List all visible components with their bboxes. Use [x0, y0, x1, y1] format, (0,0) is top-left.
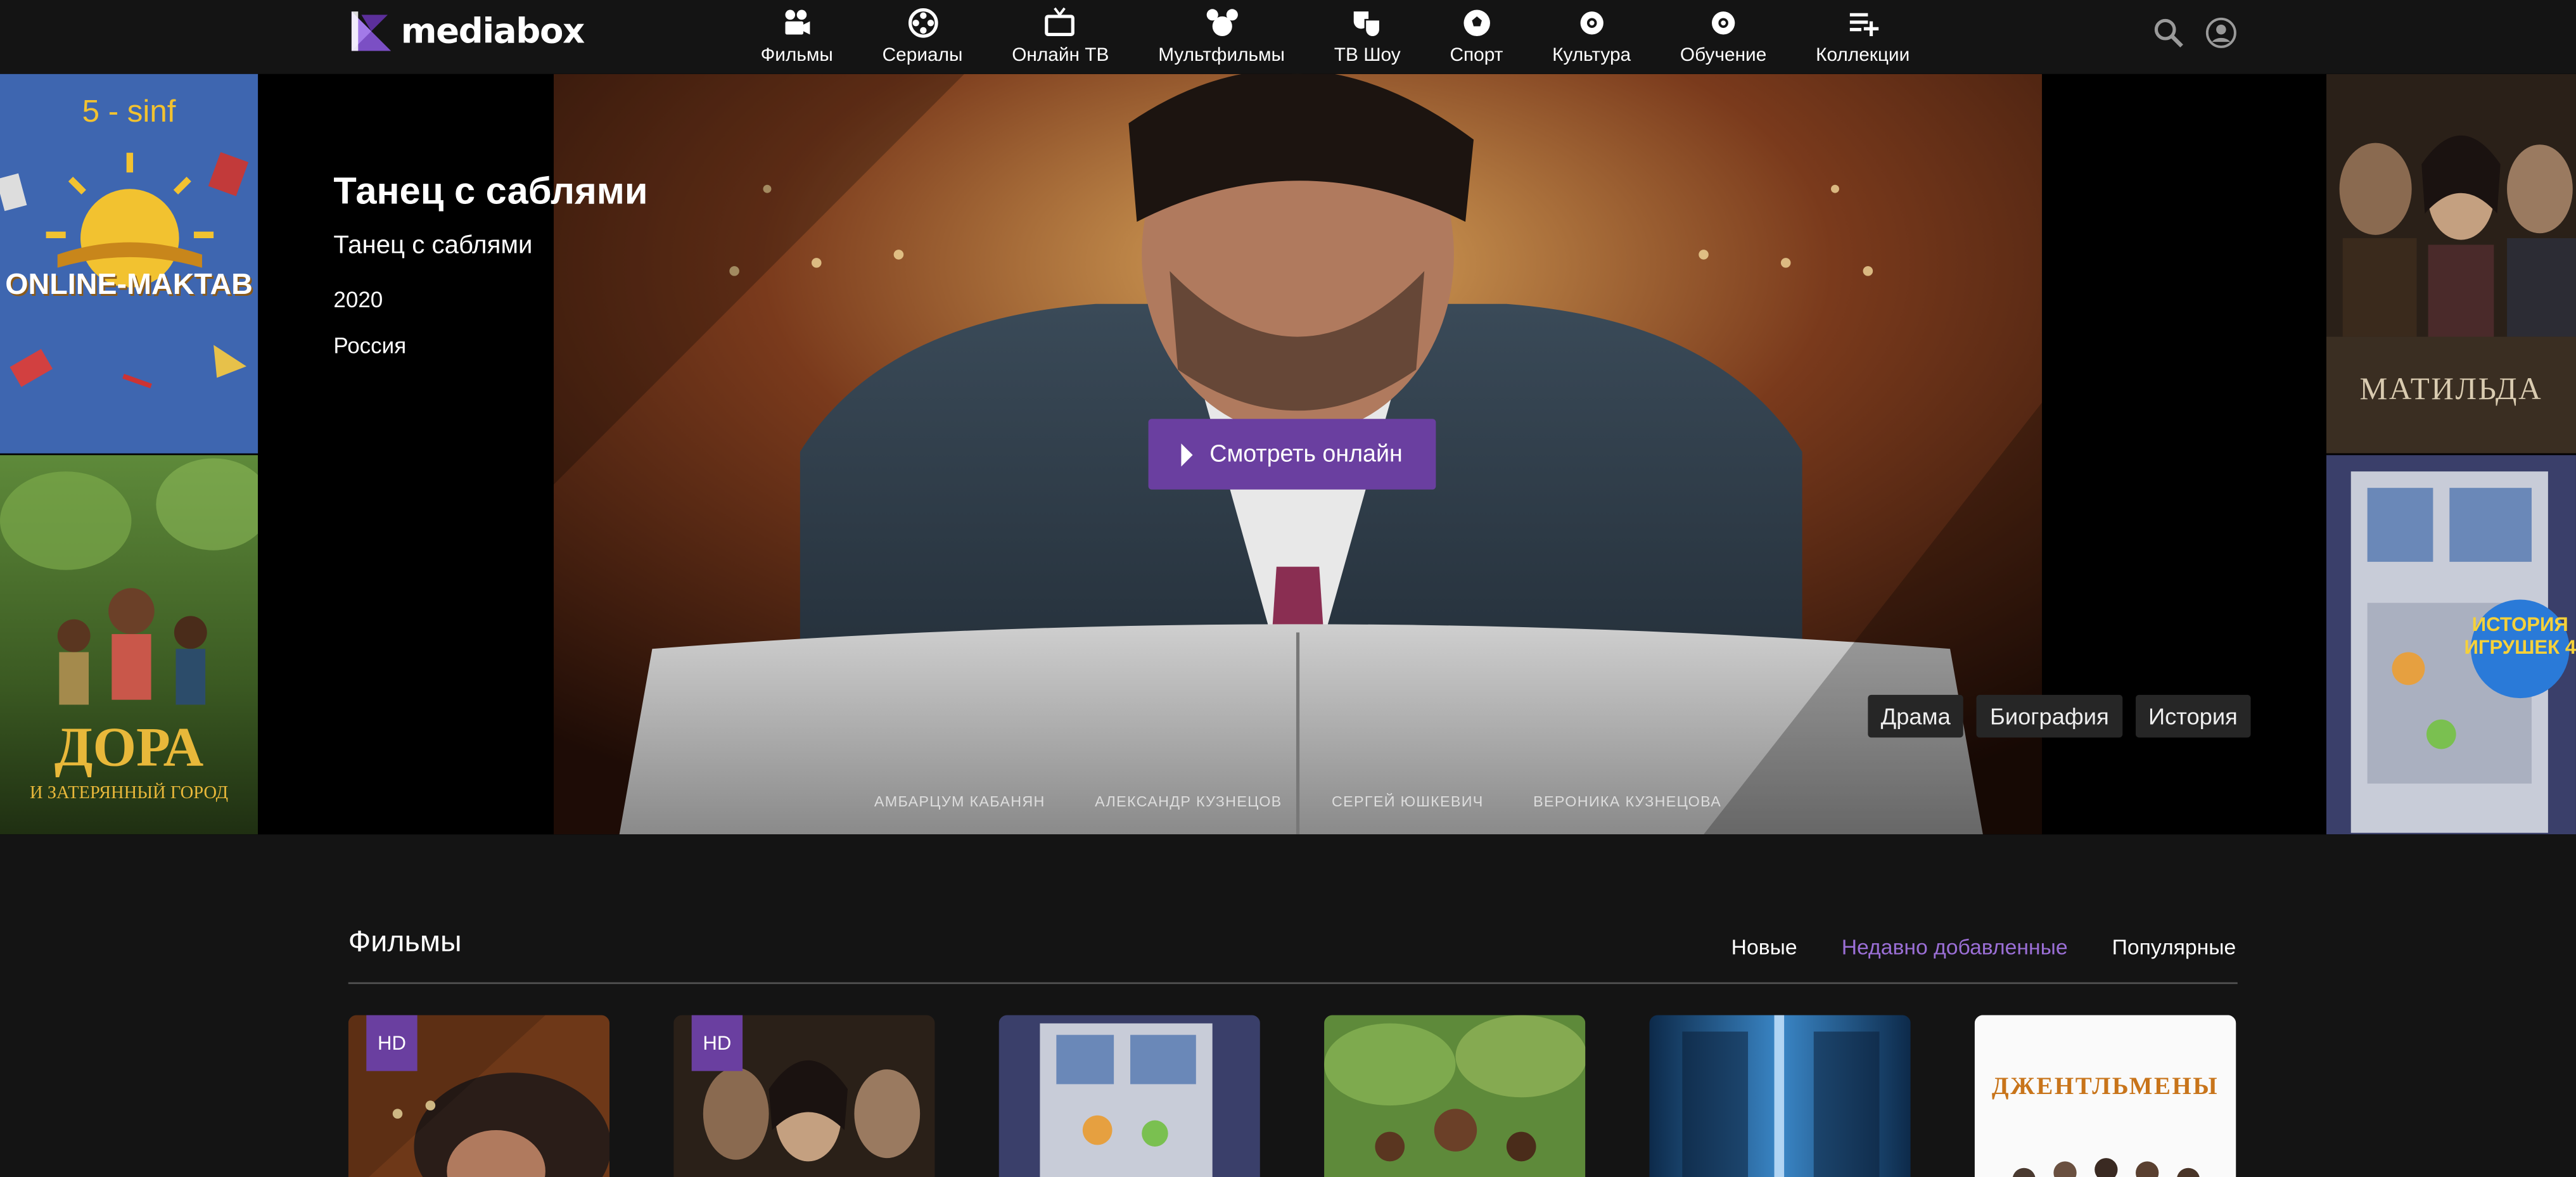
mediabox-logo-icon [351, 11, 392, 51]
section-title: Фильмы [348, 924, 462, 958]
tile-text: ИСТОРИЯ ИГРУШЕК 4 [2464, 613, 2576, 659]
nav-label: Обучение [1680, 46, 1767, 66]
credit-name: СЕРГЕЙ ЮШКЕВИЧ [1332, 793, 1484, 810]
filter-new[interactable]: Новые [1731, 934, 1797, 959]
film-camera-icon [785, 10, 810, 35]
search-icon[interactable] [2152, 16, 2185, 49]
film-card[interactable]: ДЖЕНТЛЬМЕНЫ [1974, 1015, 2236, 1177]
main-nav: Фильмы Сериалы Онлайн ТВ Мультфильмы ТВ … [736, 6, 1934, 66]
film-card[interactable] [1649, 1015, 1911, 1177]
credit-name: ВЕРОНИКА КУЗНЕЦОВА [1533, 793, 1722, 810]
top-header: mediabox Фильмы Сериалы Онлайн ТВ Мультф… [0, 0, 2576, 74]
credit-name: АМБАРЦУМ КАБАНЯН [874, 793, 1045, 810]
hero-year: 2020 [333, 287, 383, 312]
genre-tag[interactable]: Биография [1977, 694, 2122, 738]
hero-title: Танец с саблями [333, 169, 648, 212]
tile-text: ONLINE-MAKTAB [5, 267, 253, 301]
side-tile-toy-story[interactable]: ИСТОРИЯ ИГРУШЕК 4 [2326, 455, 2576, 835]
nav-label: Мультфильмы [1158, 46, 1285, 66]
nav-culture[interactable]: Культура [1527, 6, 1655, 66]
nav-cartoons[interactable]: Мультфильмы [1133, 6, 1310, 66]
nav-films[interactable]: Фильмы [736, 6, 858, 66]
side-tile-matilda[interactable]: МАТИЛЬДА [2326, 73, 2576, 454]
hero-country: Россия [333, 333, 407, 359]
hero-subtitle: Танец с саблями [333, 231, 533, 260]
nav-label: Коллекции [1816, 46, 1910, 66]
film-card-title: ДЖЕНТЛЬМЕНЫ [1991, 1074, 2219, 1101]
poster-credits: АМБАРЦУМ КАБАНЯН АЛЕКСАНДР КУЗНЕЦОВ СЕРГ… [554, 793, 2042, 810]
hd-badge: HD [691, 1015, 743, 1071]
filter-popular[interactable]: Популярные [2112, 934, 2236, 959]
watch-online-label: Смотреть онлайн [1209, 441, 1403, 468]
side-tile-dora[interactable]: ДОРА И ЗАТЕРЯННЫЙ ГОРОД [0, 455, 258, 835]
watch-online-button[interactable]: Смотреть онлайн [1148, 419, 1436, 490]
nav-label: Фильмы [760, 46, 833, 66]
film-card[interactable]: HD [348, 1015, 610, 1177]
film-poster [998, 1015, 1260, 1177]
tile-text: 5 - sinf [82, 95, 176, 130]
film-card[interactable] [998, 1015, 1260, 1177]
credit-name: АЛЕКСАНДР КУЗНЕЦОВ [1095, 793, 1282, 810]
section-divider [348, 982, 2238, 984]
film-poster [1324, 1015, 1586, 1177]
nav-sport[interactable]: Спорт [1425, 6, 1528, 66]
nav-label: Культура [1552, 46, 1631, 66]
film-card[interactable] [1324, 1015, 1586, 1177]
nav-label: Сериалы [882, 46, 963, 66]
play-icon [1182, 442, 1194, 466]
film-card[interactable]: HD [673, 1015, 935, 1177]
nav-label: Спорт [1450, 46, 1503, 66]
side-tile-online-maktab[interactable]: 5 - sinf ONLINE-MAKTAB [0, 73, 258, 454]
nav-education[interactable]: Обучение [1655, 6, 1791, 66]
genre-tags: Драма Биография История [1867, 694, 2251, 738]
playlist-add-icon [1849, 13, 1878, 37]
genre-tag[interactable]: Драма [1867, 694, 1964, 738]
nav-label: Онлайн ТВ [1012, 46, 1109, 66]
tv-icon [1045, 7, 1076, 37]
mickey-icon [1206, 9, 1237, 37]
nav-collections[interactable]: Коллекции [1791, 6, 1934, 66]
culture-icon [1579, 11, 1604, 35]
film-reel-icon [907, 8, 938, 38]
hero-banner: 5 - sinf ONLINE-MAKTAB ДОРА И ЗАТЕРЯННЫЙ… [0, 73, 2576, 835]
nav-online-tv[interactable]: Онлайн ТВ [987, 6, 1133, 66]
hd-badge: HD [366, 1015, 418, 1071]
user-account-icon[interactable] [2205, 16, 2238, 49]
nav-label: ТВ Шоу [1334, 46, 1401, 66]
tile-text: ДОРА [54, 718, 204, 779]
nav-series[interactable]: Сериалы [858, 6, 988, 66]
education-icon [1711, 11, 1735, 35]
brand-name: mediabox [400, 11, 585, 51]
film-poster [1649, 1015, 1911, 1177]
tile-text: И ЗАТЕРЯННЫЙ ГОРОД [29, 783, 229, 804]
logo[interactable]: mediabox [348, 6, 585, 56]
theater-masks-icon [1354, 11, 1382, 38]
page-root: mediabox Фильмы Сериалы Онлайн ТВ Мультф… [0, 0, 2576, 1177]
tile-text: МАТИЛЬДА [2359, 372, 2543, 408]
nav-tv-show[interactable]: ТВ Шоу [1310, 6, 1425, 66]
filter-recently-added[interactable]: Недавно добавленные [1842, 934, 2068, 959]
genre-tag[interactable]: История [2135, 694, 2251, 738]
films-filters: Новые Недавно добавленные Популярные [1731, 934, 2236, 959]
films-row: HD HD ДЖЕНТЛЬМЕНЫ [348, 1015, 2236, 1177]
soccer-ball-icon [1463, 10, 1490, 37]
